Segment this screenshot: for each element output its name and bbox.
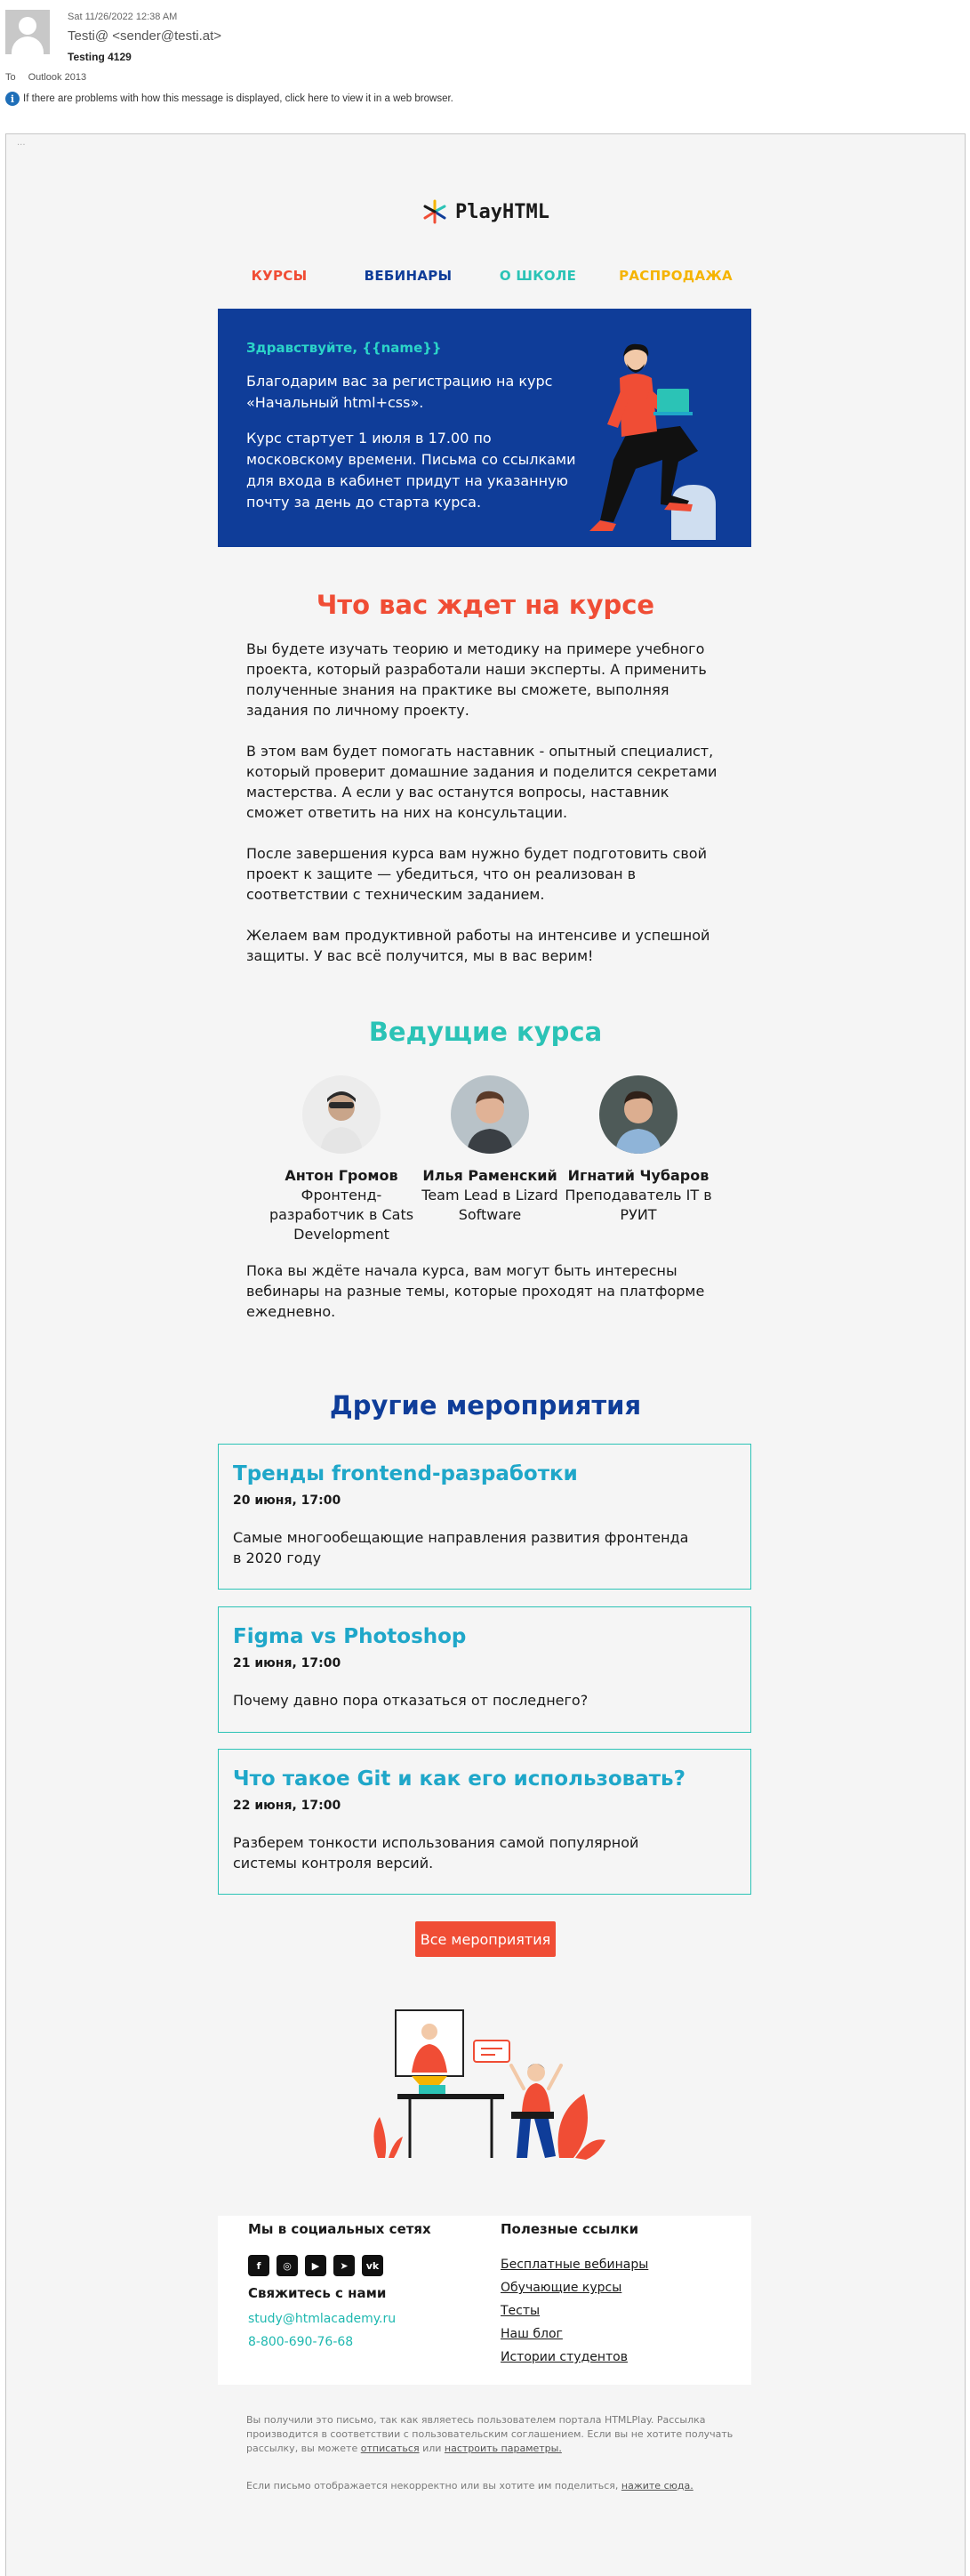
teacher-photo (451, 1075, 529, 1154)
message-date: Sat 11/26/2022 12:38 AM (68, 12, 178, 22)
hero-text-2: Курс стартует 1 июля в 17.00 по московск… (246, 430, 576, 511)
all-events-button[interactable]: Все мероприятия (415, 1921, 556, 1957)
events-title: Другие мероприятия (329, 1390, 642, 1421)
teachers-note: Пока вы ждёте начала курса, вам могут бы… (246, 1262, 705, 1320)
top-nav: КУРСЫ ВЕБИНАРЫ О ШКОЛЕ РАСПРОДАЖА (6, 268, 965, 286)
event-title[interactable]: Figma vs Photoshop (233, 1625, 466, 1648)
to-label: To (5, 72, 16, 83)
legal-text: Если письмо отображается некорректно или… (246, 2479, 744, 2493)
teacher-role: Фронтенд-разработчик в Cats Development (269, 1187, 414, 1243)
facebook-icon[interactable]: f (248, 2255, 269, 2276)
event-description: Самые многообещающие направления развити… (233, 1529, 689, 1566)
youtube-icon[interactable]: ▶ (305, 2255, 326, 2276)
event-date: 22 июня, 17:00 (233, 1799, 341, 1813)
footer-link-courses[interactable]: Обучающие курсы (501, 2276, 648, 2299)
unsubscribe-link[interactable]: отписаться (361, 2443, 420, 2454)
event-card[interactable]: Тренды frontend-разработки 20 июня, 17:0… (218, 1444, 751, 1590)
footer: Мы в социальных сетях f ◎ ▶ ➤ vk Свяжите… (218, 2216, 751, 2385)
footer-link-blog[interactable]: Наш блог (501, 2322, 648, 2346)
event-title[interactable]: Тренды frontend-разработки (233, 1462, 578, 1485)
course-paragraph: Вы будете изучать теорию и методику на п… (246, 640, 707, 719)
teacher-name: Илья Раменский (422, 1167, 557, 1184)
legal-text: Вы получили это письмо, так как являетес… (246, 2413, 744, 2456)
event-card[interactable]: Что такое Git и как его использовать? 22… (218, 1749, 751, 1895)
event-description: Почему давно пора отказаться от последне… (233, 1692, 589, 1709)
teacher-photo (599, 1075, 677, 1154)
teacher-role: Преподаватель IT в РУИТ (565, 1187, 712, 1223)
event-title[interactable]: Что такое Git и как его использовать? (233, 1767, 685, 1791)
event-date: 21 июня, 17:00 (233, 1656, 341, 1670)
message-sender[interactable]: Testi@ <sender@testi.at> (68, 28, 221, 44)
course-paragraph: В этом вам будет помогать наставник - оп… (246, 743, 717, 821)
message-recipients: To Outlook 2013 (5, 72, 86, 83)
teacher-card: Игнатий Чубаров Преподаватель IT в РУИТ (563, 1075, 714, 1225)
course-title: Что вас ждет на курсе (316, 590, 655, 620)
info-bar-text[interactable]: If there are problems with how this mess… (23, 93, 453, 104)
hero-text-1: Благодарим вас за регистрацию на курс «Н… (246, 373, 553, 411)
sender-avatar (5, 10, 50, 54)
nav-about[interactable]: О ШКОЛЕ (500, 268, 576, 284)
logo-text: PlayHTML (455, 200, 549, 223)
teacher-name: Игнатий Чубаров (567, 1167, 709, 1184)
recipient-name[interactable]: Outlook 2013 (28, 72, 86, 83)
frame-mark: ... (17, 138, 26, 148)
event-description: Разберем тонкости использования самой по… (233, 1834, 639, 1872)
instagram-icon[interactable]: ◎ (277, 2255, 298, 2276)
social-title: Мы в социальных сетях (248, 2221, 431, 2237)
vk-icon[interactable]: vk (362, 2255, 383, 2276)
contact-phone[interactable]: 8-800-690-76-68 (248, 2335, 353, 2349)
view-in-browser-link[interactable]: нажите сюда. (621, 2480, 693, 2491)
links-title: Полезные ссылки (501, 2221, 639, 2237)
message-subject: Testing 4129 (68, 51, 132, 63)
legal-text-part: Если письмо отображается некорректно или… (246, 2480, 619, 2491)
info-icon: i (5, 92, 20, 106)
settings-link[interactable]: настроить параметры. (445, 2443, 562, 2454)
hero-greeting: Здравствуйте, {{name}} (246, 340, 442, 356)
nav-courses[interactable]: КУРСЫ (252, 268, 308, 284)
teacher-name: Антон Громов (285, 1167, 398, 1184)
course-paragraph: Желаем вам продуктивной работы на интенс… (246, 927, 710, 964)
nav-sale[interactable]: РАСПРОДАЖА (619, 268, 733, 284)
contact-title: Свяжитесь с нами (248, 2285, 387, 2301)
event-date: 20 июня, 17:00 (233, 1493, 341, 1508)
teacher-photo (302, 1075, 381, 1154)
telegram-icon[interactable]: ➤ (333, 2255, 355, 2276)
teacher-role: Team Lead в Lizard Software (421, 1187, 558, 1223)
teacher-card: Антон Громов Фронтенд-разработчик в Cats… (266, 1075, 417, 1244)
teachers-title: Ведущие курса (368, 1017, 603, 1047)
message-body: ... PlayHTML КУРСЫ ВЕБИНАРЫ О ШКОЛЕ РАСП… (5, 133, 966, 2576)
course-paragraph: После завершения курса вам нужно будет п… (246, 845, 707, 903)
brand-logo[interactable]: PlayHTML (421, 194, 549, 229)
social-links: f ◎ ▶ ➤ vk (248, 2255, 383, 2276)
teacher-card: Илья Раменский Team Lead в Lizard Softwa… (414, 1075, 565, 1225)
footer-illustration (373, 2009, 605, 2160)
event-card[interactable]: Figma vs Photoshop 21 июня, 17:00 Почему… (218, 1606, 751, 1733)
info-bar[interactable]: i If there are problems with how this mes… (5, 92, 453, 106)
footer-link-webinars[interactable]: Бесплатные вебинары (501, 2253, 648, 2276)
hero-illustration (589, 343, 716, 540)
useful-links: Бесплатные вебинары Обучающие курсы Тест… (501, 2253, 648, 2369)
nav-webinars[interactable]: ВЕБИНАРЫ (365, 268, 453, 284)
hero-banner: Здравствуйте, {{name}} Благодарим вас за… (218, 309, 751, 547)
contact-email[interactable]: study@htmlacademy.ru (248, 2312, 396, 2326)
legal-text-part: или (422, 2443, 442, 2454)
logo-icon (423, 199, 446, 224)
footer-link-tests[interactable]: Тесты (501, 2299, 648, 2322)
message-header: Sat 11/26/2022 12:38 AM Testi@ <sender@t… (0, 0, 970, 111)
footer-link-stories[interactable]: Истории студентов (501, 2346, 648, 2369)
